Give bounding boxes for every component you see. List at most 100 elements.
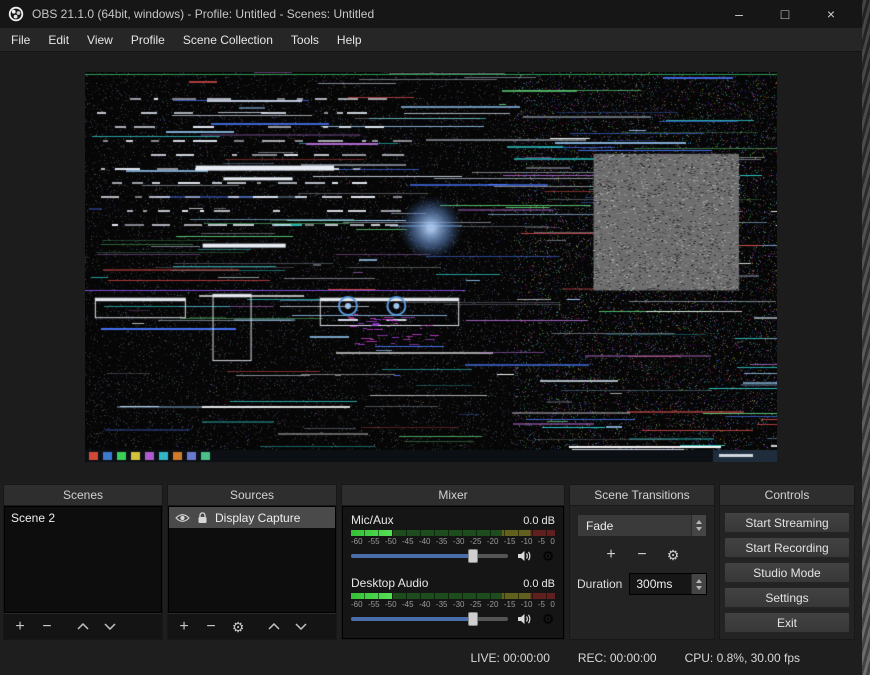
db-tick-label: -50 — [384, 600, 397, 609]
spinbox-arrows-icon[interactable] — [691, 574, 706, 594]
transition-toolbar: + − ⚙ — [577, 547, 707, 563]
add-source-button[interactable]: + — [177, 618, 191, 635]
settings-button[interactable]: Settings — [724, 587, 850, 608]
obs-window: OBS 21.1.0 (64bit, windows) - Profile: U… — [0, 0, 862, 675]
statusbar: LIVE: 00:00:00 REC: 00:00:00 CPU: 0.8%, … — [0, 640, 862, 675]
db-tick-label: -20 — [486, 537, 499, 546]
add-transition-button[interactable]: + — [604, 547, 618, 563]
source-item-label: Display Capture — [215, 510, 301, 525]
volume-slider[interactable] — [351, 549, 508, 563]
visibility-eye-icon[interactable] — [175, 513, 190, 523]
db-tick-label: -5 — [537, 600, 545, 609]
transitions-body: Fade + − ⚙ Duration 300ms — [570, 506, 714, 639]
menubar: File Edit View Profile Scene Collection … — [0, 28, 862, 52]
move-source-up-button[interactable] — [267, 623, 281, 630]
scenes-list[interactable]: Scene 2 — [4, 506, 162, 613]
menu-file[interactable]: File — [2, 29, 39, 51]
source-item[interactable]: Display Capture — [169, 507, 335, 528]
scene-item-label: Scene 2 — [11, 510, 56, 525]
menu-help[interactable]: Help — [328, 29, 371, 51]
docks-row: Scenes Scene 2 + − Sources Display Captu… — [0, 482, 862, 640]
mixer-panel-header[interactable]: Mixer — [342, 485, 564, 506]
move-scene-up-button[interactable] — [76, 623, 90, 630]
remove-scene-button[interactable]: − — [40, 618, 54, 635]
db-tick-label: -40 — [418, 537, 431, 546]
window-title: OBS 21.1.0 (64bit, windows) - Profile: U… — [32, 7, 375, 21]
scene-item[interactable]: Scene 2 — [5, 507, 161, 528]
start-streaming-button[interactable]: Start Streaming — [724, 512, 850, 533]
transition-properties-gear-icon[interactable]: ⚙ — [666, 548, 680, 562]
menu-profile[interactable]: Profile — [122, 29, 174, 51]
db-tick-label: -60 — [351, 537, 363, 546]
menu-scene-collection[interactable]: Scene Collection — [174, 29, 282, 51]
mixer-channel-mic: Mic/Aux 0.0 dB -60 -55 -50 -45 -40 -35 -… — [351, 513, 555, 563]
menu-edit[interactable]: Edit — [39, 29, 78, 51]
maximize-button[interactable]: □ — [762, 1, 808, 27]
speaker-mute-icon[interactable] — [517, 613, 532, 625]
transition-selected-value: Fade — [586, 518, 614, 533]
db-scale: -60 -55 -50 -45 -40 -35 -30 -25 -20 -15 — [351, 537, 555, 546]
transitions-panel: Scene Transitions Fade + − ⚙ Duration 30… — [569, 484, 715, 640]
duration-value: 300ms — [636, 577, 673, 591]
remove-transition-button[interactable]: − — [635, 547, 649, 563]
volume-meter — [351, 530, 555, 536]
volume-slider-handle[interactable] — [468, 612, 479, 626]
sources-list[interactable]: Display Capture — [168, 506, 336, 613]
db-tick-label: -60 — [351, 600, 363, 609]
db-tick-label: -35 — [435, 537, 448, 546]
studio-mode-button[interactable]: Studio Mode — [724, 562, 850, 583]
mixer-panel: Mixer Mic/Aux 0.0 dB -60 -55 -50 -45 -40… — [341, 484, 565, 640]
duration-label: Duration — [577, 577, 623, 591]
start-recording-button[interactable]: Start Recording — [724, 537, 850, 558]
move-scene-down-button[interactable] — [103, 623, 117, 630]
controls-body: Start Streaming Start Recording Studio M… — [720, 506, 854, 639]
db-tick-label: -30 — [452, 600, 465, 609]
channel-level-db: 0.0 dB — [523, 578, 555, 590]
sources-toolbar: + − ⚙ — [168, 613, 336, 639]
menu-view[interactable]: View — [78, 29, 122, 51]
source-properties-gear-icon[interactable]: ⚙ — [231, 620, 245, 634]
scenes-panel-header[interactable]: Scenes — [4, 485, 162, 506]
db-tick-label: -55 — [367, 600, 380, 609]
volume-slider[interactable] — [351, 612, 508, 626]
scenes-toolbar: + − — [4, 613, 162, 639]
transition-select[interactable]: Fade — [577, 514, 707, 537]
live-status: LIVE: 00:00:00 — [470, 650, 550, 665]
combo-arrows-icon[interactable] — [691, 515, 706, 536]
move-source-down-button[interactable] — [294, 623, 308, 630]
display-capture-preview[interactable] — [85, 72, 777, 462]
desktop-background: OBS 21.1.0 (64bit, windows) - Profile: U… — [0, 0, 870, 675]
add-scene-button[interactable]: + — [13, 618, 27, 635]
menu-tools[interactable]: Tools — [282, 29, 328, 51]
db-tick-label: -55 — [367, 537, 380, 546]
remove-source-button[interactable]: − — [204, 618, 218, 635]
window-controls: – □ × — [716, 1, 854, 27]
minimize-button[interactable]: – — [716, 1, 762, 27]
controls-panel-header[interactable]: Controls — [720, 485, 854, 506]
titlebar[interactable]: OBS 21.1.0 (64bit, windows) - Profile: U… — [0, 0, 862, 28]
db-tick-label: -10 — [520, 537, 533, 546]
transitions-panel-header[interactable]: Scene Transitions — [570, 485, 714, 506]
db-tick-label: -20 — [486, 600, 499, 609]
preview-area — [0, 52, 862, 482]
db-tick-label: -50 — [384, 537, 397, 546]
close-button[interactable]: × — [808, 1, 854, 27]
db-tick-label: -45 — [401, 537, 414, 546]
speaker-mute-icon[interactable] — [517, 550, 532, 562]
db-tick-label: -5 — [537, 537, 545, 546]
mixer-body: Mic/Aux 0.0 dB -60 -55 -50 -45 -40 -35 -… — [342, 506, 564, 639]
duration-spinbox[interactable]: 300ms — [629, 573, 707, 595]
db-tick-label: -15 — [503, 537, 516, 546]
db-tick-label: -25 — [469, 600, 482, 609]
db-tick-label: -10 — [520, 600, 533, 609]
channel-settings-gear-icon[interactable]: ⚙ — [541, 549, 555, 563]
sources-panel-header[interactable]: Sources — [168, 485, 336, 506]
channel-level-db: 0.0 dB — [523, 515, 555, 527]
controls-panel: Controls Start Streaming Start Recording… — [719, 484, 855, 640]
db-scale: -60 -55 -50 -45 -40 -35 -30 -25 -20 -15 — [351, 600, 555, 609]
db-tick-label: -15 — [503, 600, 516, 609]
exit-button[interactable]: Exit — [724, 612, 850, 633]
channel-settings-gear-icon[interactable]: ⚙ — [541, 612, 555, 626]
lock-icon[interactable] — [197, 511, 208, 524]
volume-slider-handle[interactable] — [468, 549, 479, 563]
